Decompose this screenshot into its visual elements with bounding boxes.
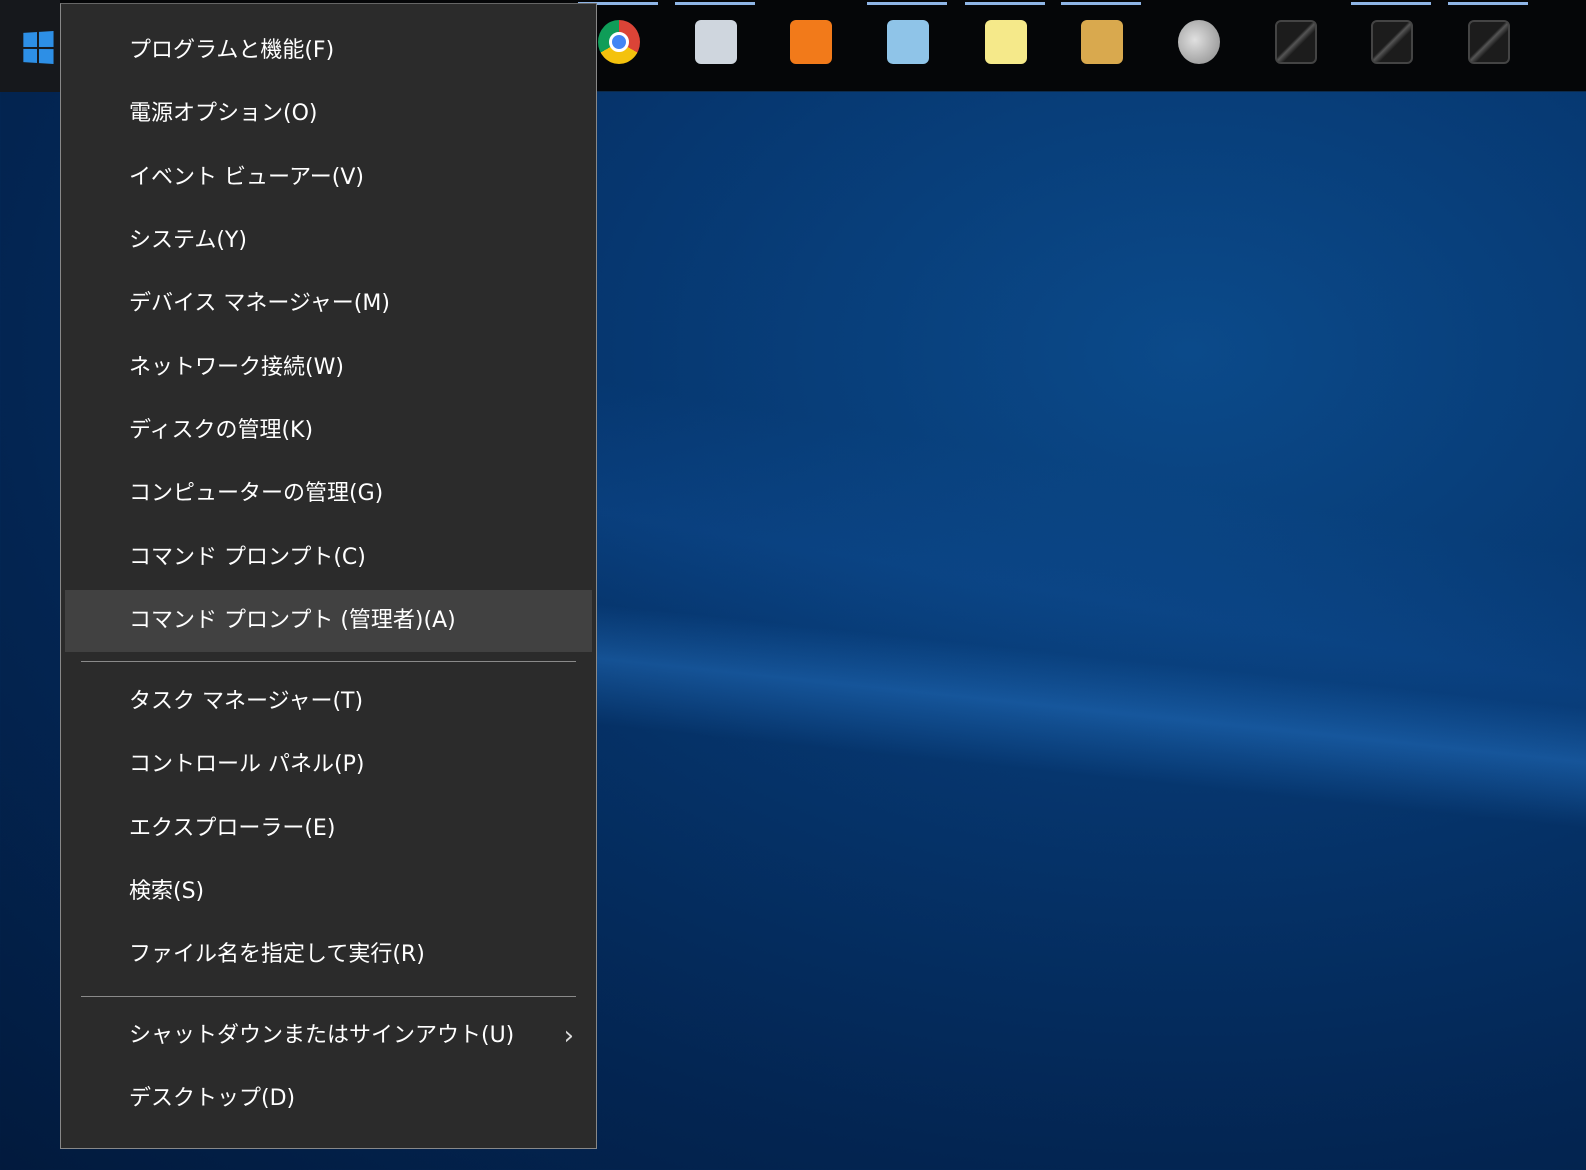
speaker-icon [1178, 20, 1220, 64]
menu-item-label: イベント ビューアー(V) [129, 165, 365, 190]
running-indicator [1448, 2, 1528, 5]
menu-item-control-panel[interactable]: コントロール パネル(P) [65, 734, 592, 796]
menu-item-label: コマンド プロンプト(C) [129, 545, 366, 570]
menu-item-command-prompt[interactable]: コマンド プロンプト(C) [65, 527, 592, 589]
winx-context-menu: プログラムと機能(F) 電源オプション(O) イベント ビューアー(V) システ… [60, 3, 597, 1149]
performance-monitor-icon [695, 20, 737, 64]
menu-item-desktop[interactable]: デスクトップ(D) [65, 1068, 592, 1130]
menu-item-label: エクスプローラー(E) [129, 816, 336, 841]
running-indicator [1061, 2, 1141, 5]
window-1-icon [1275, 20, 1317, 64]
menu-item-label: デバイス マネージャー(M) [129, 291, 390, 316]
menu-item-label: プログラムと機能(F) [129, 38, 335, 63]
menu-item-label: 電源オプション(O) [129, 101, 318, 126]
menu-item-device-manager[interactable]: デバイス マネージャー(M) [65, 273, 592, 335]
menu-item-label: コントロール パネル(P) [129, 752, 365, 777]
menu-item-search[interactable]: 検索(S) [65, 861, 592, 923]
chevron-right-icon: › [563, 1021, 574, 1051]
menu-item-computer-management[interactable]: コンピューターの管理(G) [65, 463, 592, 525]
running-indicator [867, 2, 947, 5]
menu-item-disk-management[interactable]: ディスクの管理(K) [65, 400, 592, 462]
menu-item-label: タスク マネージャー(T) [129, 689, 364, 714]
window-3-icon [1468, 20, 1510, 64]
running-indicator [1351, 2, 1431, 5]
sticky-notes-icon [985, 20, 1027, 64]
chrome-icon [598, 20, 640, 64]
menu-item-shutdown-signout[interactable]: シャットダウンまたはサインアウト(U) › [65, 1005, 592, 1067]
taskbar-app-window-3[interactable] [1448, 0, 1528, 92]
paint-icon [887, 20, 929, 64]
menu-item-label: ネットワーク接続(W) [129, 355, 344, 380]
menu-item-label: コンピューターの管理(G) [129, 481, 384, 506]
taskbar-app-sticky-notes[interactable] [965, 0, 1045, 92]
menu-item-run[interactable]: ファイル名を指定して実行(R) [65, 924, 592, 986]
running-indicator [675, 2, 755, 5]
menu-separator [81, 661, 576, 662]
start-button[interactable] [0, 0, 60, 92]
menu-item-explorer[interactable]: エクスプローラー(E) [65, 798, 592, 860]
menu-item-label: コマンド プロンプト (管理者)(A) [129, 608, 456, 633]
taskbar-app-paint[interactable] [867, 0, 947, 92]
taskbar-app-window-1[interactable] [1255, 0, 1335, 92]
menu-item-label: ファイル名を指定して実行(R) [129, 942, 425, 967]
media-player-icon [790, 20, 832, 64]
menu-item-label: 検索(S) [129, 879, 205, 904]
menu-item-label: デスクトップ(D) [129, 1086, 296, 1111]
menu-item-label: シャットダウンまたはサインアウト(U) [129, 1023, 515, 1048]
taskbar-app-performance-monitor[interactable] [675, 0, 755, 92]
menu-item-label: ディスクの管理(K) [129, 418, 314, 443]
menu-item-network-connections[interactable]: ネットワーク接続(W) [65, 337, 592, 399]
menu-item-label: システム(Y) [129, 228, 247, 253]
taskbar-app-speaker[interactable] [1158, 0, 1238, 92]
menu-item-programs-features[interactable]: プログラムと機能(F) [65, 20, 592, 82]
menu-item-event-viewer[interactable]: イベント ビューアー(V) [65, 147, 592, 209]
checklist-app-icon [1081, 20, 1123, 64]
taskbar-app-window-2[interactable] [1351, 0, 1431, 92]
menu-item-system[interactable]: システム(Y) [65, 210, 592, 272]
menu-item-command-prompt-admin[interactable]: コマンド プロンプト (管理者)(A) [65, 590, 592, 652]
menu-separator [81, 996, 576, 997]
running-indicator [965, 2, 1045, 5]
taskbar-app-checklist-app[interactable] [1061, 0, 1141, 92]
menu-item-power-options[interactable]: 電源オプション(O) [65, 83, 592, 145]
menu-item-task-manager[interactable]: タスク マネージャー(T) [65, 671, 592, 733]
windows-logo-icon [23, 30, 54, 65]
window-2-icon [1371, 20, 1413, 64]
taskbar-app-media-player[interactable] [770, 0, 850, 92]
